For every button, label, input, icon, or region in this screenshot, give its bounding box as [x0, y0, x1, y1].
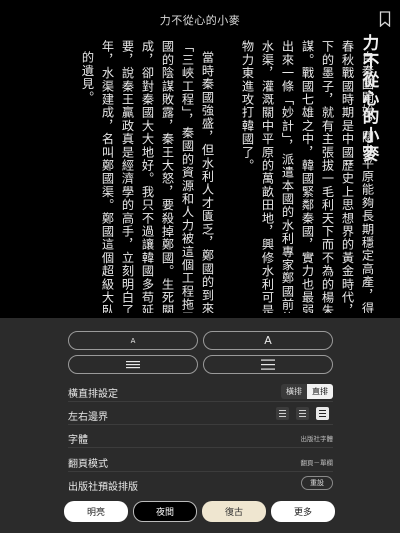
tight-line-spacing-button[interactable]: [68, 355, 198, 374]
reader-header: 力不從心的小麥: [0, 0, 400, 36]
text-column: 下的墨子，就有主張拔一毛利天下而不為的楊朱。鄭國渠這個: [320, 40, 334, 313]
theme-retro-button[interactable]: 復古: [202, 501, 266, 522]
text-column: 水渠，灌溉關中平原的萬畝田地，興修水利可是大工程，此計: [260, 40, 274, 313]
theme-light-button[interactable]: 明亮: [64, 501, 128, 522]
orientation-setting: 橫直排設定 橫排 直排: [68, 381, 333, 402]
line-spacing-controls: [68, 355, 333, 374]
vertical-option[interactable]: 直排: [307, 384, 333, 399]
font-size-controls: A A: [68, 331, 333, 350]
text-column: 物力東進攻打韓國了。: [240, 40, 254, 172]
page-mode-setting[interactable]: 翻頁模式 翻頁－單欄: [68, 451, 333, 472]
loose-spacing-icon: [261, 359, 275, 370]
publisher-layout-label: 出版社預設排版: [68, 482, 138, 493]
reader-text: 自秦國開始，關中平原能夠長期穩定高產，得益於古代著 春秋戰國時期是中國歷史上思想…: [52, 40, 377, 313]
increase-font-button[interactable]: A: [203, 331, 333, 350]
more-themes-button[interactable]: 更多: [271, 501, 335, 522]
text-column: 成，卻對秦國大大地好。我只不過讓韓國多苟延殘喘了幾年，: [140, 40, 154, 313]
page-mode-label: 翻頁模式: [68, 459, 108, 470]
narrow-margin-icon[interactable]: [276, 407, 289, 420]
text-column: 出來一條「妙計」，派遣本國的水利專家鄭國前往秦國，鼓動: [280, 40, 294, 313]
text-column: [218, 40, 236, 313]
text-column: 當時秦國強盛，但水利人才匱乏，鄭國的到來讓秦王喜出: [200, 51, 214, 313]
theme-selector: 明亮 夜間 復古 更多: [64, 501, 336, 522]
horizontal-option[interactable]: 橫排: [281, 384, 307, 399]
medium-margin-icon[interactable]: [296, 407, 309, 420]
margin-options: [276, 407, 329, 420]
font-label: 字體: [68, 435, 88, 446]
margin-label: 左右邊界: [68, 412, 108, 423]
tight-spacing-icon: [126, 361, 140, 369]
small-font-icon: A: [130, 336, 136, 345]
reset-button[interactable]: 重設: [301, 476, 333, 490]
text-column: 自秦國開始，關中平原能夠長期穩定高產，得益於古代著: [360, 51, 374, 313]
page-mode-value: 翻頁－單欄: [300, 459, 334, 467]
text-column: 謀。戰國七雄之中，韓國緊鄰秦國，實力也最弱，隨時有被強: [300, 40, 314, 313]
font-value: 出版社字體: [300, 435, 334, 443]
text-column: 春秋戰國時期是中國歷史上思想界的黃金時代，當時出: [340, 40, 354, 313]
text-column: 年，水渠建成，名叫鄭國渠。鄭國這個超級大臥底夠名垂千: [100, 40, 114, 313]
theme-night-button[interactable]: 夜間: [133, 501, 197, 522]
orientation-label: 橫直排設定: [68, 389, 118, 400]
text-column: 「三峽工程」，秦國的資源和人力被這個工程拖了十幾年。: [180, 40, 194, 313]
text-column: 的遺見。: [80, 51, 94, 104]
text-column: 要，說秦王贏政真是經濟學的高手，立刻明白了這個道理。: [120, 40, 134, 313]
decrease-font-button[interactable]: A: [68, 331, 198, 350]
margin-setting: 左右邊界: [68, 404, 333, 425]
large-font-icon: A: [264, 334, 272, 347]
wide-margin-icon[interactable]: [316, 407, 329, 420]
text-column: 國的陰謀敗露，秦王大怒，要殺掉鄭國。生死關頭，鄭國對秦: [160, 40, 174, 313]
book-title: 力不從心的小麥: [159, 14, 241, 27]
orientation-toggle: 橫排 直排: [281, 384, 333, 399]
font-setting[interactable]: 字體 出版社字體: [68, 427, 333, 448]
bookmark-icon[interactable]: [379, 11, 391, 27]
loose-line-spacing-button[interactable]: [203, 355, 333, 374]
publisher-layout-setting: 出版社預設排版 重設: [68, 474, 333, 495]
